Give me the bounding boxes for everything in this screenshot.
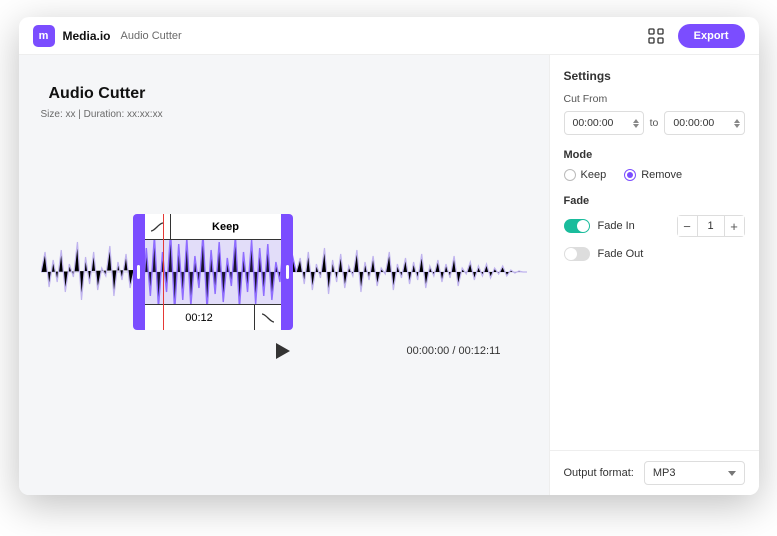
fade-out-row: Fade Out [564,247,745,261]
output-format-row: Output format: MP3 [550,450,759,495]
header: m Media.io Audio Cutter Export [19,17,759,55]
mode-remove-radio[interactable]: Remove [624,169,682,181]
mode-radio-group: Keep Remove [564,169,745,181]
fade-out-curve-icon [255,305,281,330]
current-time: 00:00:00 [406,345,449,357]
page-title: Audio Cutter [49,85,527,103]
breadcrumb: Audio Cutter [121,30,182,42]
chevron-down-icon [728,471,736,476]
logo-icon: m [33,25,55,47]
fade-in-stepper[interactable]: − 1 + [677,215,745,237]
fade-in-minus-button[interactable]: − [678,216,698,236]
cut-start-down-icon[interactable] [633,124,639,128]
fade-in-label: Fade In [598,220,635,232]
waveform-area[interactable]: Keep 00:12 [41,222,527,322]
cut-start-value: 00:00:00 [573,117,633,129]
cut-end-down-icon[interactable] [734,124,740,128]
selection-handle-right-icon[interactable] [286,265,289,279]
selection-region[interactable]: Keep 00:12 [133,214,293,330]
output-format-value: MP3 [653,467,676,479]
time-display: 00:00:00 / 00:12:11 [406,345,500,357]
selection-top-row: Keep [145,214,281,240]
to-label: to [650,117,659,129]
apps-grid-icon[interactable] [648,28,664,44]
settings-title: Settings [564,69,745,83]
brand-name: Media.io [63,29,111,43]
fade-in-curve-icon [145,214,171,239]
radio-dot-icon [564,169,576,181]
cut-start-input[interactable]: 00:00:00 [564,111,644,135]
mode-keep-radio[interactable]: Keep [564,169,607,181]
file-meta: Size: xx | Duration: xx:xx:xx [41,109,527,120]
selection-bottom-row: 00:12 [145,304,281,330]
output-format-select[interactable]: MP3 [644,461,745,485]
fade-in-plus-button[interactable]: + [724,216,744,236]
fade-label: Fade [564,195,745,207]
transport-row: 00:00:00 / 00:12:11 [41,336,527,366]
cut-start-up-icon[interactable] [633,119,639,123]
fade-in-toggle[interactable] [564,219,590,233]
settings-sidebar: Settings Cut From 00:00:00 to 00:00:00 [549,55,759,495]
cut-end-value: 00:00:00 [673,117,733,129]
fade-out-label: Fade Out [598,248,644,260]
fade-out-toggle[interactable] [564,247,590,261]
radio-dot-icon [624,169,636,181]
mode-keep-label: Keep [581,169,607,181]
main-panel: Audio Cutter Size: xx | Duration: xx:xx:… [19,55,549,495]
cut-from-label: Cut From [564,93,745,105]
cut-from-row: 00:00:00 to 00:00:00 [564,111,745,135]
app-window: m Media.io Audio Cutter Export Audio Cut… [19,17,759,495]
fade-in-value: 1 [698,220,724,232]
total-time: 00:12:11 [458,345,500,357]
mode-remove-label: Remove [641,169,682,181]
playhead[interactable] [163,214,164,330]
play-button[interactable] [271,340,293,362]
selection-label: Keep [171,214,281,239]
selection-handle-left-icon[interactable] [137,265,140,279]
selection-time: 00:12 [145,305,255,330]
fade-in-row: Fade In − 1 + [564,215,745,237]
export-button[interactable]: Export [678,24,745,48]
mode-label: Mode [564,149,745,161]
body: Audio Cutter Size: xx | Duration: xx:xx:… [19,55,759,495]
output-format-label: Output format: [564,467,634,479]
cut-end-up-icon[interactable] [734,119,740,123]
cut-end-input[interactable]: 00:00:00 [664,111,744,135]
